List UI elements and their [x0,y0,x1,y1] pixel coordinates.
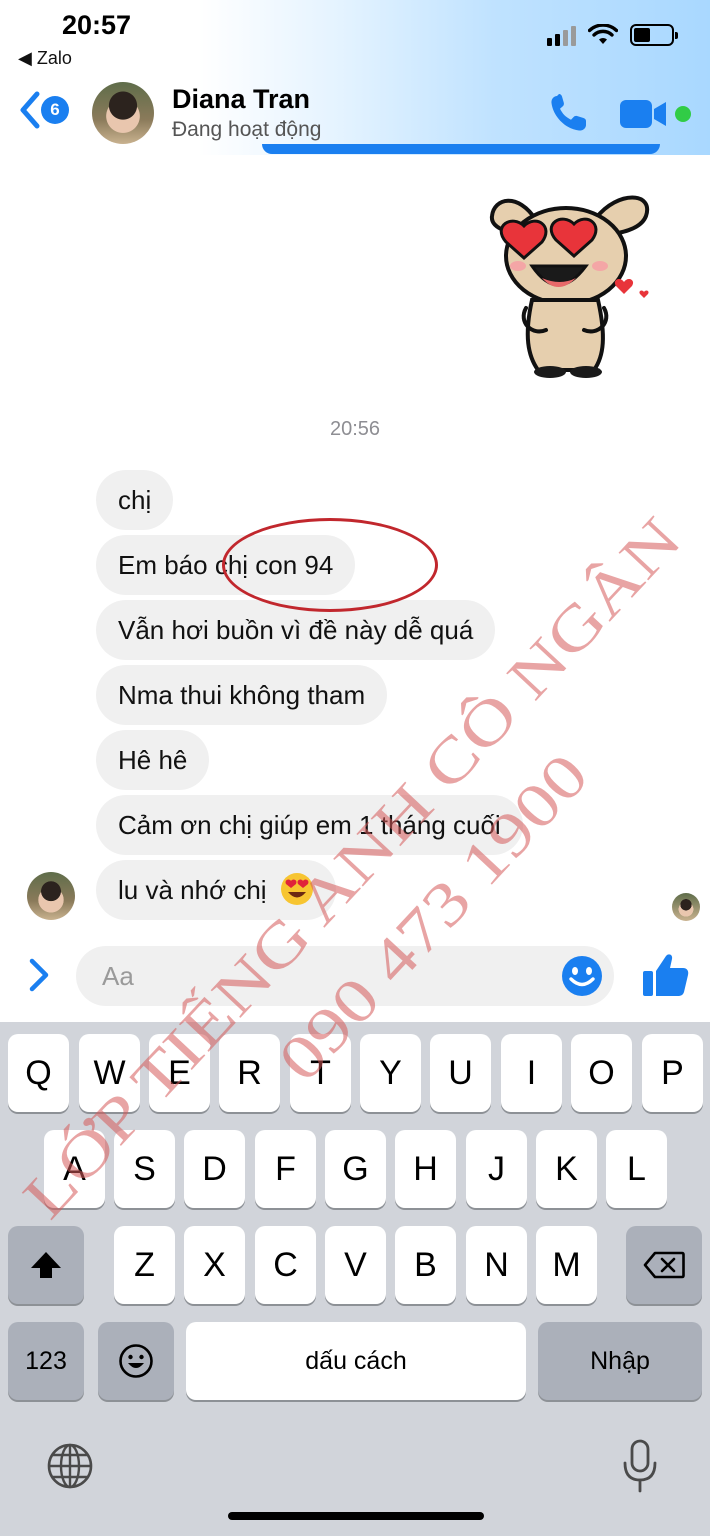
key-s[interactable]: S [114,1130,175,1208]
return-key[interactable]: Nhập [538,1322,702,1400]
key-k[interactable]: K [536,1130,597,1208]
wifi-icon [588,24,618,44]
key-t[interactable]: T [290,1034,351,1112]
key-c[interactable]: C [255,1226,316,1304]
back-button[interactable]: 6 [18,90,69,130]
unread-badge: 6 [41,96,69,124]
smiley-icon [119,1344,153,1378]
key-x[interactable]: X [184,1226,245,1304]
message-bubble[interactable]: Hê hê [96,730,210,790]
thumbs-up-icon[interactable] [640,950,690,1000]
highlight-ring [222,518,438,612]
key-a[interactable]: A [44,1130,105,1208]
phone-icon[interactable] [548,92,590,134]
seen-indicator-avatar [672,893,700,921]
key-g[interactable]: G [325,1130,386,1208]
key-u[interactable]: U [430,1034,491,1112]
heart-eyes-emoji-icon [280,873,313,905]
key-r[interactable]: R [219,1034,280,1112]
sender-avatar[interactable] [27,872,75,920]
key-f[interactable]: F [255,1130,316,1208]
battery-icon [630,24,678,46]
message-bubble[interactable]: Cảm ơn chị giúp em 1 tháng cuối [96,795,523,855]
space-key[interactable]: dấu cách [186,1322,526,1400]
contact-name[interactable]: Diana Tran [172,84,310,115]
message-composer[interactable] [76,946,614,1006]
backspace-key[interactable] [626,1226,702,1304]
online-indicator [675,106,691,122]
status-time: 20:57 [62,10,132,40]
message-bubble-last[interactable]: lu và nhớ chị [96,860,336,920]
contact-status: Đang hoạt động [172,118,322,141]
key-z[interactable]: Z [114,1226,175,1304]
video-camera-icon[interactable] [620,98,668,130]
key-p[interactable]: P [642,1034,703,1112]
home-indicator [228,1512,484,1520]
pinned-bar-edge [262,144,660,154]
globe-icon[interactable] [46,1442,94,1490]
back-to-app-link[interactable]: ◀ Zalo [18,48,72,69]
chat-timestamp: 20:56 [329,418,381,440]
key-n[interactable]: N [466,1226,527,1304]
chevron-left-icon [20,91,40,129]
key-h[interactable]: H [395,1130,456,1208]
key-q[interactable]: Q [8,1034,69,1112]
chevron-right-icon[interactable] [24,955,54,995]
shift-key[interactable] [8,1226,84,1304]
backspace-icon [643,1251,685,1279]
key-m[interactable]: M [536,1226,597,1304]
contact-avatar[interactable] [92,82,154,144]
message-bubble[interactable]: chị [96,470,174,530]
key-l[interactable]: L [606,1130,667,1208]
status-icons [547,24,678,46]
key-v[interactable]: V [325,1226,386,1304]
emoji-key[interactable] [98,1322,174,1400]
message-text: lu và nhớ chị [118,875,267,905]
key-e[interactable]: E [149,1034,210,1112]
key-w[interactable]: W [79,1034,140,1112]
key-i[interactable]: I [501,1034,562,1112]
numbers-key[interactable]: 123 [8,1322,84,1400]
microphone-icon[interactable] [620,1438,660,1494]
message-bubble[interactable]: Nma thui không tham [96,665,388,725]
sticker-heart-eyes-dog[interactable] [488,186,660,382]
key-o[interactable]: O [571,1034,632,1112]
key-b[interactable]: B [395,1226,456,1304]
cellular-signal-icon [547,24,576,46]
key-y[interactable]: Y [360,1034,421,1112]
shift-arrow-icon [31,1252,61,1278]
key-j[interactable]: J [466,1130,527,1208]
smiley-icon[interactable] [560,954,604,998]
key-d[interactable]: D [184,1130,245,1208]
message-input[interactable] [102,946,542,1006]
